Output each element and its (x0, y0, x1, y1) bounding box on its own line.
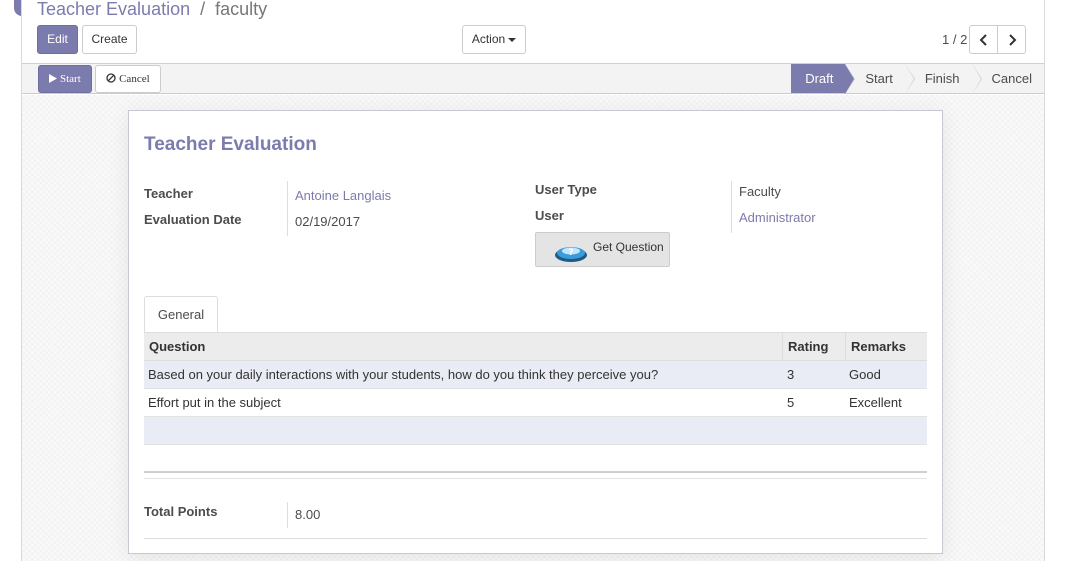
pager-next-button[interactable] (997, 25, 1026, 54)
table-header: Question Rating Remarks (144, 332, 927, 361)
breadcrumb: Teacher Evaluation / faculty (37, 0, 267, 20)
field-divider (287, 502, 288, 528)
question-icon: ? (555, 247, 587, 262)
stage-arrow (845, 64, 855, 94)
table-row[interactable]: Effort put in the subject 5 Excellent (144, 389, 927, 417)
column-header-rating[interactable]: Rating (782, 333, 845, 360)
stage-draft-label: Draft (805, 71, 834, 86)
user-type-field[interactable]: Faculty (739, 184, 781, 199)
start-button-label: Start (59, 73, 81, 85)
chevron-left-icon (979, 34, 987, 47)
teacher-field[interactable]: Antoine Langlais (295, 188, 391, 203)
user-type-label: User Type (535, 182, 597, 197)
total-divider (144, 538, 927, 539)
tab-general[interactable]: General (144, 296, 218, 333)
column-header-question[interactable]: Question (144, 333, 782, 360)
empty-table-row (144, 417, 927, 445)
play-icon (49, 74, 58, 83)
pager-previous-button[interactable] (969, 25, 998, 54)
caret-down-icon (508, 37, 517, 42)
question-table: Question Rating Remarks Based on your da… (144, 332, 927, 445)
total-points-field: 8.00 (295, 507, 321, 522)
create-button[interactable]: Create (82, 25, 137, 54)
breadcrumb-separator: / (200, 0, 206, 19)
cell-rating: 5 (787, 395, 795, 410)
field-divider (287, 181, 288, 236)
status-stages: Draft Start Finish Cancel (791, 64, 1044, 94)
stage-draft[interactable]: Draft (791, 64, 856, 94)
table-footer (144, 471, 927, 479)
form-title: Teacher Evaluation (144, 134, 317, 155)
field-divider (731, 181, 732, 233)
control-panel: Teacher Evaluation / faculty Edit Create… (22, 0, 1044, 64)
left-strip (0, 0, 30, 561)
form-sheet: Teacher Evaluation Teacher Antoine Langl… (128, 110, 943, 554)
svg-text:?: ? (568, 248, 573, 258)
cell-question: Effort put in the subject (148, 395, 281, 410)
teacher-label: Teacher (144, 186, 193, 201)
cell-remarks: Excellent (849, 395, 902, 410)
breadcrumb-current: faculty (215, 0, 268, 19)
main-content: Teacher Evaluation / faculty Edit Create… (21, 0, 1045, 561)
statusbar: Start Cancel Draft Start Finish Cancel (22, 64, 1044, 94)
stage-arrow (904, 64, 914, 94)
ban-icon (106, 73, 116, 83)
evaluation-date-field[interactable]: 02/19/2017 (295, 214, 360, 229)
cancel-button-label: Cancel (119, 73, 150, 85)
edit-button[interactable]: Edit (37, 25, 78, 54)
user-field[interactable]: Administrator (739, 210, 816, 225)
cell-rating: 3 (787, 367, 795, 382)
stage-cancel-label: Cancel (991, 71, 1032, 86)
pager-value[interactable]: 1 / 2 (942, 32, 967, 47)
action-label: Action (471, 32, 506, 46)
cell-remarks: Good (849, 367, 881, 382)
get-question-button[interactable]: ? Get Question (535, 232, 670, 267)
cancel-button[interactable]: Cancel (95, 65, 161, 93)
form-background: Teacher Evaluation Teacher Antoine Langl… (22, 95, 1044, 561)
get-question-label: Get Question (593, 240, 664, 254)
start-button[interactable]: Start (38, 65, 92, 93)
total-points-label: Total Points (144, 504, 218, 519)
evaluation-date-label: Evaluation Date (144, 212, 242, 227)
user-label: User (535, 208, 564, 223)
breadcrumb-parent-link[interactable]: Teacher Evaluation (37, 0, 190, 19)
cell-question: Based on your daily interactions with yo… (148, 367, 659, 382)
stage-arrow (971, 64, 981, 94)
action-dropdown[interactable]: Action (462, 25, 526, 54)
chevron-right-icon (1008, 34, 1016, 47)
stage-start-label: Start (865, 71, 893, 86)
column-header-remarks[interactable]: Remarks (845, 333, 927, 360)
stage-finish-label: Finish (924, 71, 960, 86)
stage-finish[interactable]: Finish (904, 64, 982, 94)
stage-cancel[interactable]: Cancel (971, 64, 1044, 93)
table-row[interactable]: Based on your daily interactions with yo… (144, 361, 927, 389)
